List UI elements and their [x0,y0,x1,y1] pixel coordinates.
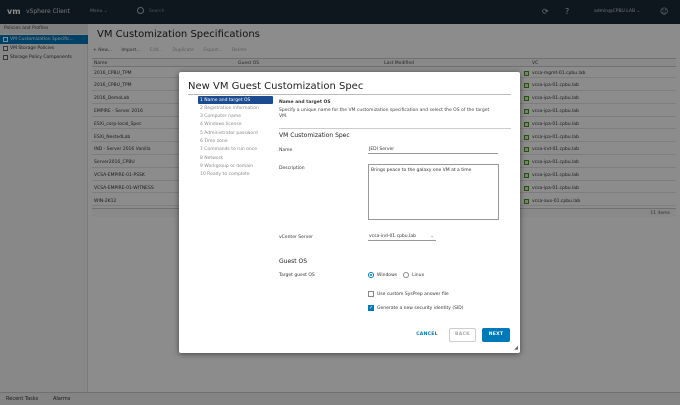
generate-sid-label: Generate a new security identity (SID) [377,306,464,311]
linux-radio[interactable] [403,272,409,278]
modal-title: New VM Guest Customization Spec [188,81,364,92]
step-name-target-os[interactable]: 1 Name and target OS [198,96,273,105]
spec-heading: VM Customization Spec [279,132,350,139]
title-divider [188,94,511,95]
section-divider [279,128,511,129]
chevron-down-icon: ⌄ [430,234,434,239]
customization-spec-wizard: New VM Guest Customization Spec 1 Name a… [179,72,520,353]
step-time-zone[interactable]: 6 Time zone [198,138,273,146]
section-description: Specify a unique name for the VM customi… [279,108,490,119]
windows-radio-label: Windows [377,273,398,278]
next-button[interactable]: NEXT [482,328,510,342]
vcenter-value: vcsa-ind-01.cpbu.lab [369,234,416,239]
target-os-label: Target guest OS [279,273,315,278]
step-commands[interactable]: 7 Commands to run once [198,146,273,154]
description-label: Description [279,166,305,171]
windows-radio[interactable] [368,272,374,278]
name-field[interactable]: JEDI Server [368,146,498,154]
resize-handle-icon[interactable]: ◢ [514,345,518,351]
step-ready[interactable]: 10 Ready to complete [198,171,273,179]
linux-radio-label: Linux [412,273,425,278]
vcenter-label: vCenter Server [279,235,313,240]
description-textarea[interactable]: Brings peace to the galaxy one VM at a t… [368,164,499,220]
guest-os-heading: Guest OS [279,258,308,265]
generate-sid-checkbox[interactable]: ✓ [368,305,374,311]
section-title: Name and target OS [279,100,331,105]
name-label: Name [279,148,293,153]
step-computer-name[interactable]: 3 Computer name [198,113,273,121]
sysprep-checkbox[interactable] [368,291,374,297]
step-workgroup-domain[interactable]: 9 Workgroup or domain [198,162,273,170]
sysprep-label: Use custom SysPrep answer file [377,292,449,297]
step-windows-license[interactable]: 4 Windows license [198,121,273,129]
step-registration[interactable]: 2 Registration information [198,104,273,112]
back-button[interactable]: BACK [449,328,476,342]
cancel-button[interactable]: CANCEL [412,328,442,342]
step-network[interactable]: 8 Network [198,154,273,162]
vcenter-select[interactable]: vcsa-ind-01.cpbu.lab ⌄ [368,233,436,241]
step-admin-password[interactable]: 5 Administrator password [198,129,273,137]
